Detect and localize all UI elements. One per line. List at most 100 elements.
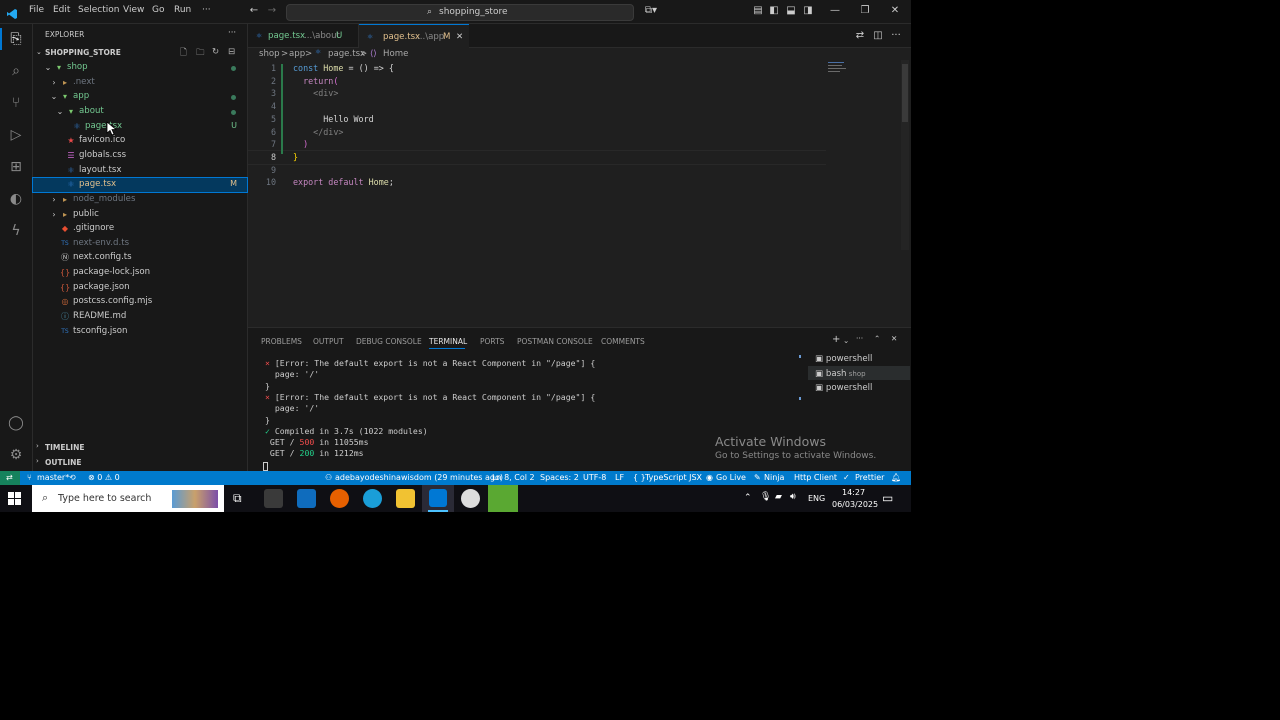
terminal-dropdown-icon[interactable]: ⌄ [843, 336, 849, 345]
edge-icon[interactable] [363, 489, 382, 508]
new-folder-icon[interactable]: 🗀 [196, 47, 205, 61]
ninja[interactable]: Ninja [764, 473, 784, 482]
tab-about-page[interactable]: ⚛ page.tsx ...\about U [248, 24, 359, 47]
tab-problems[interactable]: PROBLEMS [261, 337, 302, 346]
branch-name[interactable]: master* [37, 473, 69, 482]
chevron-down-icon[interactable]: ⌄ [49, 92, 59, 102]
file-item[interactable]: ◎ postcss.config.mjs [33, 295, 247, 309]
layout-icon[interactable]: ▤ [752, 5, 764, 17]
http-client[interactable]: Http Client [794, 473, 837, 482]
chevron-down-icon[interactable]: ⌄ [43, 63, 53, 73]
network-icon[interactable]: ▰ [775, 492, 782, 502]
extensions-icon[interactable]: ⊞ [6, 157, 26, 177]
folder-item[interactable]: ⌄ ▾ about [33, 105, 247, 119]
folder-item[interactable]: ⌄ ▾ app [33, 90, 247, 104]
copilot-icon[interactable]: ⧉▾ [642, 5, 660, 17]
taskbar-search-box[interactable]: ⌕ Type here to search [32, 485, 224, 512]
menu-run[interactable]: Run [174, 5, 191, 15]
tab-ports[interactable]: PORTS [480, 337, 504, 346]
file-item[interactable]: ☰ globals.css [33, 149, 247, 163]
terminal-instance[interactable]: ▣ powershell [815, 354, 872, 364]
file-item[interactable]: ⓘ README.md [33, 310, 247, 324]
chevron-right-icon[interactable]: › [49, 78, 59, 88]
forward-arrow-icon[interactable]: → [266, 5, 278, 17]
tray-chevron-icon[interactable]: ⌃ [744, 493, 752, 503]
indentation[interactable]: Spaces: 2 [540, 473, 579, 482]
code-editor[interactable]: 1 2 3 4 5 6 7 8 9 10 const Home = () => { return(… [248, 60, 911, 326]
breadcrumb-app[interactable]: app [289, 49, 305, 59]
panel-more-icon[interactable]: ··· [856, 334, 863, 343]
windows-start-icon[interactable] [8, 492, 22, 506]
compare-icon[interactable]: ⇄ [854, 30, 866, 42]
search-icon[interactable]: ⌕ [6, 61, 26, 81]
scrollbar[interactable] [901, 60, 909, 250]
outlook-icon[interactable] [297, 489, 316, 508]
menu-go[interactable]: Go [152, 5, 164, 15]
new-file-icon[interactable]: 🗋 [180, 47, 187, 61]
settings-gear-icon[interactable]: ⚙ [6, 445, 26, 465]
lightning-icon[interactable]: ϟ [6, 221, 26, 241]
source-control-icon[interactable]: ⑂ [6, 93, 26, 113]
folder-item[interactable]: › ▸ .next [33, 76, 247, 90]
remote-explorer-icon[interactable]: ◐ [6, 189, 26, 209]
clock-time[interactable]: 14:27 [842, 488, 865, 497]
recorder-icon[interactable] [488, 485, 518, 512]
command-center[interactable]: ⌕ shopping_store [286, 4, 634, 21]
code-line[interactable]: </div> [293, 127, 343, 137]
close-tab-icon[interactable]: ✕ [456, 32, 463, 42]
run-debug-icon[interactable]: ▷ [6, 125, 26, 145]
tab-postman-console[interactable]: POSTMAN CONSOLE [517, 337, 593, 346]
menu-view[interactable]: View [123, 5, 144, 15]
notification-center-icon[interactable]: ▭ [882, 491, 893, 505]
tab-output[interactable]: OUTPUT [313, 337, 344, 346]
language-mode[interactable]: TypeScript JSX [645, 473, 702, 482]
chevron-right-icon[interactable]: › [49, 210, 59, 220]
new-terminal-icon[interactable]: + [832, 334, 840, 345]
file-item[interactable]: Ⓝnext.config.ts [33, 251, 247, 265]
folder-item[interactable]: › ▸ node_modules [33, 193, 247, 207]
clock-date[interactable]: 06/03/2025 [832, 500, 878, 509]
menu-file[interactable]: File [29, 5, 44, 15]
tab-debug-console[interactable]: DEBUG CONSOLE [356, 337, 422, 346]
chevron-down-icon[interactable]: ⌄ [55, 107, 65, 117]
language-indicator[interactable]: ENG [808, 494, 825, 503]
code-line[interactable]: ) [293, 139, 308, 149]
code-line[interactable]: return( [293, 76, 338, 86]
volume-icon[interactable]: 🔊︎ [790, 492, 796, 502]
file-explorer-icon[interactable] [396, 489, 415, 508]
close-icon[interactable]: ✕ [889, 5, 901, 17]
file-item[interactable]: ◆ .gitignore [33, 222, 247, 236]
code-line[interactable]: export default Home; [293, 177, 394, 187]
code-line[interactable]: } [293, 152, 298, 162]
file-item[interactable]: ⚛ layout.tsx [33, 164, 247, 178]
cursor-position[interactable]: Ln 8, Col 2 [492, 473, 535, 482]
menu-more[interactable]: ··· [202, 5, 211, 15]
maximize-icon[interactable]: ❐ [859, 5, 871, 17]
microphone-icon[interactable]: 🎙︎ [760, 492, 771, 502]
end-of-line[interactable]: LF [615, 473, 624, 482]
file-item[interactable]: TS tsconfig.json [33, 325, 247, 339]
minimap[interactable] [826, 60, 911, 250]
minimize-icon[interactable]: — [829, 5, 841, 17]
project-title[interactable]: SHOPPING_STORE [45, 48, 121, 57]
tab-app-page[interactable]: ⚛ page.tsx ...\app M ✕ [359, 24, 469, 48]
notifications-bell-icon[interactable]: 🔔︎ [891, 473, 901, 482]
breadcrumb-shop[interactable]: shop [259, 49, 280, 59]
chevron-right-icon[interactable]: › [49, 195, 59, 205]
problems-count[interactable]: ⊗ 0 ⚠ 0 [88, 473, 120, 482]
collapse-all-icon[interactable]: ⊟ [228, 47, 235, 57]
sync-icon[interactable]: ⟲ [69, 473, 76, 482]
menu-edit[interactable]: Edit [53, 5, 70, 15]
breadcrumb-symbol[interactable]: Home [383, 49, 408, 59]
toggle-secondary-sidebar-icon[interactable]: ◨ [802, 5, 814, 17]
code-line[interactable]: Hello Word [293, 114, 373, 124]
terminal-instance[interactable]: ▣ bash shop [815, 369, 866, 379]
folder-item[interactable]: ⌄ ▾ shop [33, 61, 247, 75]
folder-item[interactable]: › ▸ public [33, 208, 247, 222]
terminal-instance[interactable]: ▣ powershell [815, 383, 872, 393]
chrome-icon[interactable] [461, 489, 480, 508]
more-actions-icon[interactable]: ··· [228, 28, 236, 38]
file-item[interactable]: {} package.json [33, 281, 247, 295]
outline-section[interactable]: › OUTLINE [33, 456, 247, 470]
firefox-icon[interactable] [330, 489, 349, 508]
